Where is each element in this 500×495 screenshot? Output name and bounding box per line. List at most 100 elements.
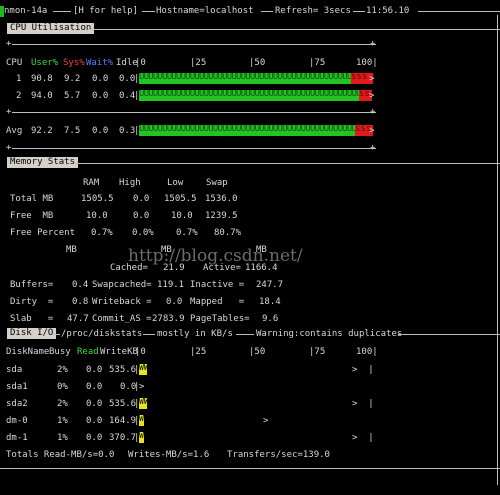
disk-name: dm-0: [6, 416, 28, 426]
disk-name: dm-1: [6, 433, 28, 443]
cpu2-sys: 5.7: [64, 91, 81, 101]
cpu-scale-50: |50: [249, 58, 266, 68]
mem-value: 0.0%: [132, 228, 154, 238]
disk-busy: 2%: [57, 365, 68, 375]
disk-read: 0.0: [86, 433, 103, 443]
cpu2-id: 2: [16, 91, 22, 101]
disk-sda-bar: WW: [139, 364, 373, 375]
cpu-avg-label: Avg: [6, 126, 23, 136]
disk-totals-read: Totals Read-MB/s=0.0: [6, 450, 115, 460]
cpu-scale-0: |0: [135, 58, 146, 68]
mem-stat-label: Commit_AS =: [92, 314, 152, 324]
cpu-avg-bar: UUUUUUUUUUUUUUUUUUUUUUUUUUUUUUUUUUUUUUUU…: [139, 125, 373, 136]
clock: 11:56.10: [366, 6, 410, 16]
cpu-avg-user-seg: UUUUUUUUUUUUUUUUUUUUUUUUUUUUUUUUUUUUUUUU…: [139, 125, 355, 136]
disk-row-tail: > |: [352, 433, 374, 443]
mem-value: 1536.0: [205, 194, 238, 204]
mem-stat-label: PageTables=: [190, 314, 250, 324]
mem-value: 0.0: [133, 194, 150, 204]
cpu-box-divider: [12, 112, 376, 113]
mem-value: 10.0: [171, 211, 193, 221]
mem-value: 0.7%: [176, 228, 198, 238]
mem-mb-header: MB: [66, 245, 77, 255]
section-rule: [74, 163, 500, 164]
mem-stat-label: Writeback =: [92, 297, 152, 307]
cpu-col-wait: Wait%: [86, 58, 114, 68]
cpu2-bar: UUUUUUUUUUUUUUUUUUUUUUUUUUUUUUUUUUUUUUUU…: [139, 90, 373, 101]
terminal-window: nmon-14a [H for help] Hostname=localhost…: [0, 0, 500, 495]
cpu1-bar: UUUUUUUUUUUUUUUUUUUUUUUUUUUUUUUUUUUUUUUU…: [139, 73, 373, 84]
disk-read: 0.0: [86, 416, 103, 426]
disk-dm0-bar: W: [139, 415, 373, 426]
cpu2-user-seg: UUUUUUUUUUUUUUUUUUUUUUUUUUUUUUUUUUUUUUUU…: [139, 90, 359, 101]
disk-scale-25: |25: [190, 347, 207, 357]
disk-totals-transfers: Transfers/sec=139.0: [227, 450, 330, 460]
mem-stat-value: 247.7: [256, 280, 284, 290]
disk-row-tail: > |: [352, 365, 374, 375]
disk-read: 0.0: [86, 382, 103, 392]
cpu-col-cpu: CPU: [6, 58, 23, 68]
cpu1-user-seg: UUUUUUUUUUUUUUUUUUUUUUUUUUUUUUUUUUUUUUUU…: [139, 73, 351, 84]
disk-row-tail: >: [263, 416, 269, 426]
title-rule: [53, 11, 71, 12]
disk-name: sda1: [6, 382, 28, 392]
mem-stat-label: Swapcached=: [92, 280, 152, 290]
disk-scale-0: |0: [135, 347, 146, 357]
disk-scale-75: |75: [309, 347, 326, 357]
cpu-avg-wait: 0.0: [92, 126, 109, 136]
disk-section-title: Disk I/O: [7, 328, 57, 339]
disk-busy: 0%: [57, 382, 68, 392]
section-rule: [88, 29, 500, 30]
disk-sda-bar-fill: WW: [139, 364, 147, 375]
section-rule: [143, 334, 155, 335]
mem-stat-value: 9.6: [262, 314, 279, 324]
title-rule: [418, 11, 500, 12]
disk-write: 164.9: [109, 416, 137, 426]
mem-stat-label: Buffers=: [10, 280, 54, 290]
cpu2-idle: 0.4: [119, 91, 136, 101]
disk-header-path: /proc/diskstats: [61, 329, 143, 339]
section-rule: [52, 334, 60, 335]
cpu-avg-bar-end: >: [369, 126, 375, 136]
disk-dm1-bar-fill: W: [139, 432, 144, 443]
disk-totals-write: Writes-MB/s=1.6: [128, 450, 210, 460]
mem-stat-label: Slab =: [10, 314, 54, 324]
mem-stat-value: 119.1: [157, 280, 185, 290]
cpu1-idle: 0.0: [119, 74, 136, 84]
cpu-box-corner: +: [6, 39, 12, 49]
mem-hdr-high: High: [119, 178, 141, 188]
cpu2-user: 94.0: [31, 91, 53, 101]
hostname: Hostname=localhost: [156, 6, 254, 16]
cpu-box-corner: +: [6, 107, 12, 117]
mem-stat-value: 47.7: [67, 314, 89, 324]
disk-busy: 2%: [57, 399, 68, 409]
disk-write: 535.6: [109, 365, 137, 375]
disk-col-name: DiskName: [6, 347, 50, 357]
app-name: nmon-14a: [4, 6, 48, 16]
disk-read: 0.0: [86, 399, 103, 409]
disk-write: 370.7: [109, 433, 137, 443]
blog-watermark: http://blog.csdn.net/: [128, 246, 303, 266]
mem-row-label: Free MB: [10, 211, 54, 221]
disk-busy: 1%: [57, 416, 68, 426]
cpu-scale-25: |25: [190, 58, 207, 68]
mem-row-label: Total MB: [10, 194, 54, 204]
mem-value: 1505.5: [81, 194, 114, 204]
disk-scale-100: 100|: [356, 347, 378, 357]
disk-busy: 1%: [57, 433, 68, 443]
memory-section-title: Memory Stats: [7, 157, 79, 168]
cpu-scale-75: |75: [309, 58, 326, 68]
mem-stat-value: 0.0: [166, 297, 183, 307]
section-rule: [398, 334, 500, 335]
title-rule: [353, 11, 365, 12]
mem-hdr-low: Low: [167, 178, 184, 188]
mem-hdr-ram: RAM: [83, 178, 100, 188]
mem-stat-label: Mapped =: [190, 297, 245, 307]
cpu-box-corner: +: [6, 143, 12, 153]
help-hint: [H for help]: [73, 6, 139, 16]
mem-row-label: Free Percent: [10, 228, 76, 238]
disk-row-tail: >: [139, 382, 145, 392]
disk-write: 535.6: [109, 399, 137, 409]
disk-dm1-bar: W: [139, 432, 373, 443]
mem-stat-value: 0.4: [72, 280, 89, 290]
